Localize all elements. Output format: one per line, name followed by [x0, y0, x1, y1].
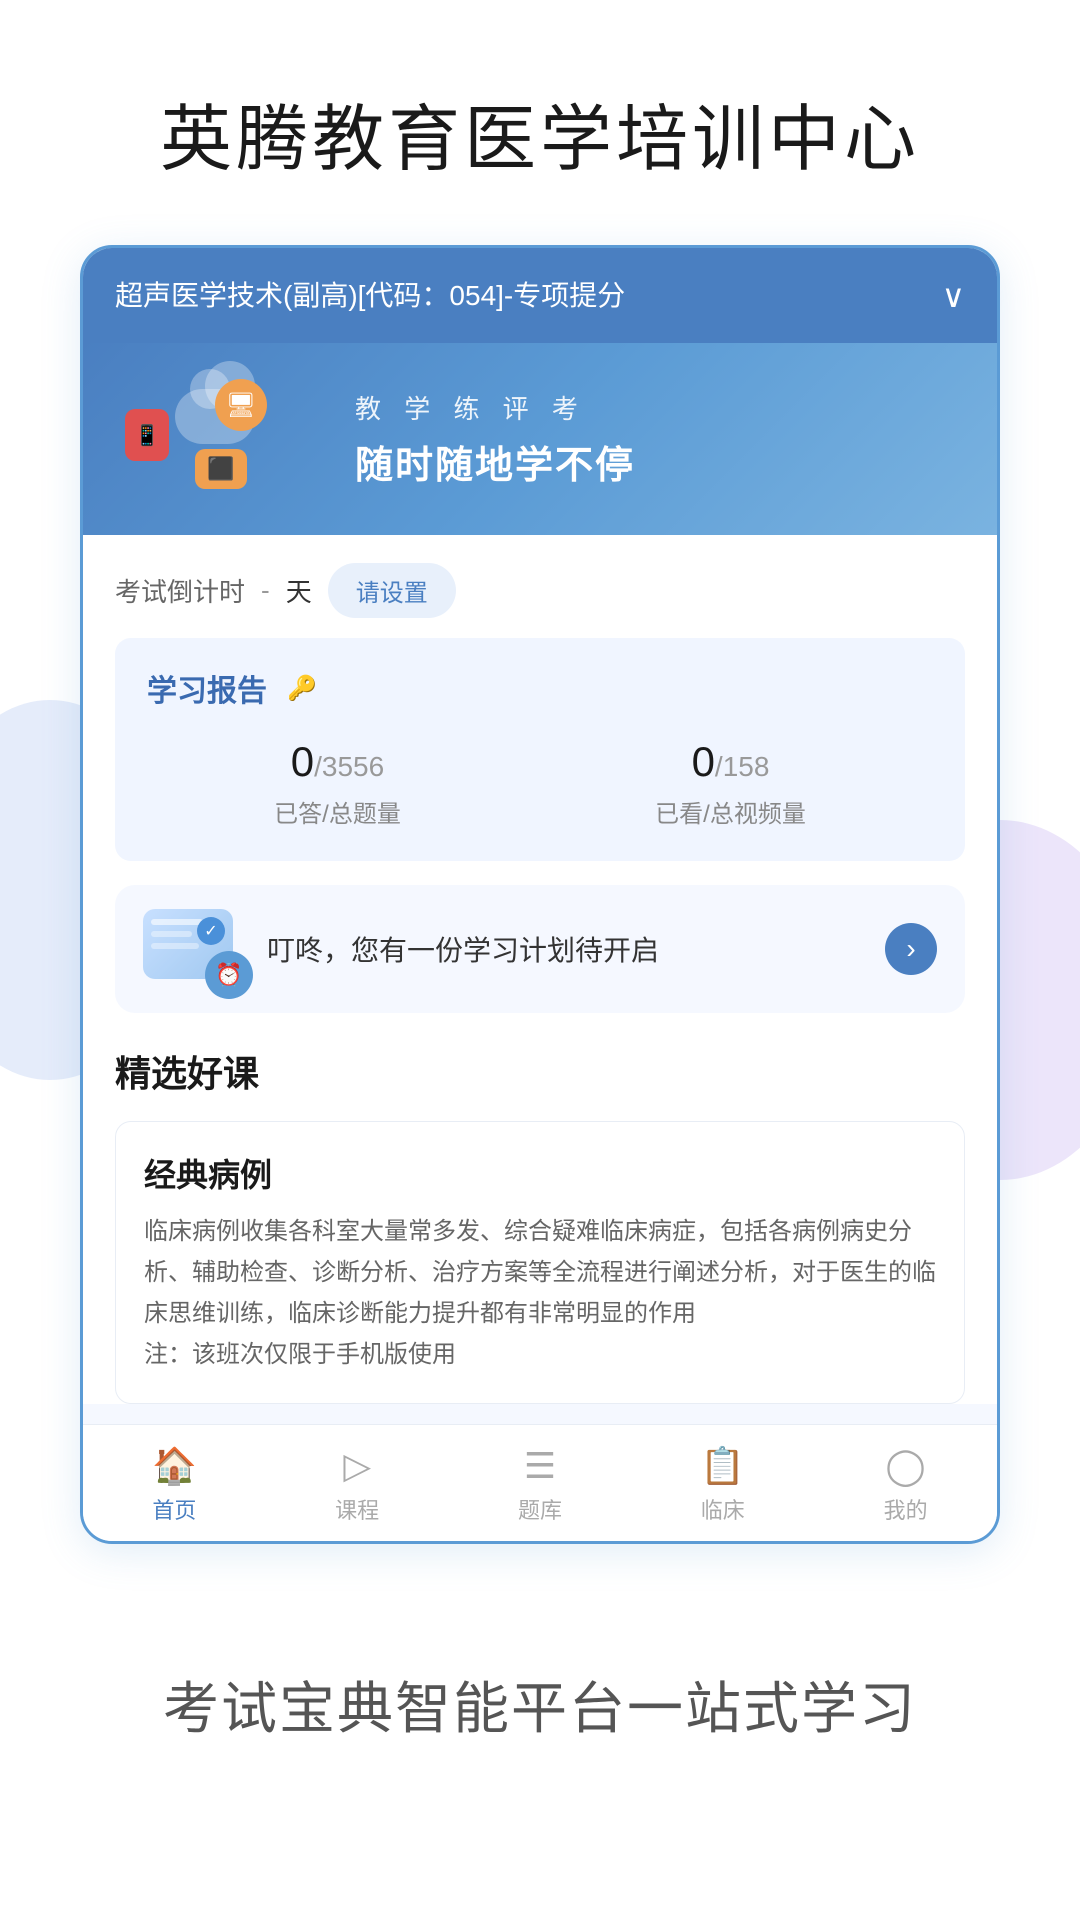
- watched-label: 已看/总视频量: [655, 794, 806, 829]
- course-title: 超声医学技术(副高)[代码：054]-专项提分: [115, 276, 930, 315]
- study-report-title: 学习报告 🔑: [147, 666, 933, 710]
- banner-title: 随时随地学不停: [355, 434, 965, 489]
- nav-label-courses: 课程: [335, 1493, 379, 1525]
- nav-item-questions[interactable]: ☰ 题库: [490, 1445, 590, 1525]
- course-card-description: 临床病例收集各科室大量常多发、综合疑难临床病症，包括各病例病史分析、辅助检查、诊…: [144, 1212, 936, 1375]
- plan-card-text: 叮咚，您有一份学习计划待开启: [267, 929, 861, 969]
- tablet-icon: ⬛: [195, 449, 247, 489]
- home-icon: 🏠: [152, 1445, 197, 1487]
- bottom-navigation: 🏠 首页 ▷ 课程 ☰ 题库 📋 临床 ◯ 我的: [83, 1424, 997, 1541]
- clock-icon: ⏰: [205, 951, 253, 999]
- courses-section: 精选好课 经典病例 临床病例收集各科室大量常多发、综合疑难临床病症，包括各病例病…: [115, 1045, 965, 1404]
- nav-item-courses[interactable]: ▷ 课程: [307, 1445, 407, 1525]
- stat-watched: 0/158 已看/总视频量: [655, 738, 806, 829]
- nav-label-clinical: 临床: [701, 1493, 745, 1525]
- countdown-unit: 天: [286, 572, 312, 609]
- study-plan-card[interactable]: ✓ ⏰ 叮咚，您有一份学习计划待开启 ›: [115, 885, 965, 1013]
- check-icon: ✓: [197, 917, 225, 945]
- course-card[interactable]: 经典病例 临床病例收集各科室大量常多发、综合疑难临床病症，包括各病例病史分析、辅…: [115, 1121, 965, 1404]
- nav-item-home[interactable]: 🏠 首页: [124, 1445, 224, 1525]
- watched-count: 0: [692, 738, 715, 785]
- content-area: 考试倒计时 - 天 请设置 学习报告 🔑 0/3556 已答/总题量: [83, 535, 997, 1404]
- phone-icon: 📱: [125, 409, 169, 461]
- report-stats: 0/3556 已答/总题量 0/158 已看/总视频量: [147, 738, 933, 829]
- nav-label-questions: 题库: [518, 1493, 562, 1525]
- courses-section-title: 精选好课: [115, 1045, 965, 1097]
- banner-subtitle: 教 学 练 评 考: [355, 389, 965, 426]
- set-countdown-button[interactable]: 请设置: [328, 563, 456, 618]
- watched-total: /158: [715, 751, 770, 782]
- monitor-icon: 🖥: [215, 379, 267, 431]
- plan-arrow-button[interactable]: ›: [885, 923, 937, 975]
- nav-label-profile: 我的: [884, 1493, 928, 1525]
- banner: 🖥 ⬛ 📱 教 学 练 评 考 随时随地学不停: [83, 343, 997, 535]
- chevron-down-icon: ∨: [942, 277, 965, 315]
- countdown-label: 考试倒计时: [115, 572, 245, 609]
- banner-text: 教 学 练 评 考 随时随地学不停: [335, 389, 965, 489]
- banner-illustration: 🖥 ⬛ 📱: [115, 379, 335, 499]
- course-card-title: 经典病例: [144, 1150, 936, 1196]
- courses-icon: ▷: [343, 1445, 371, 1487]
- plan-icon: ✓ ⏰: [143, 909, 243, 989]
- app-header-title: 英腾教育医学培训中心: [0, 0, 1080, 245]
- countdown-dash: -: [261, 575, 270, 606]
- study-report-card: 学习报告 🔑 0/3556 已答/总题量 0/158 已看/总视频量: [115, 638, 965, 861]
- stat-answered: 0/3556 已答/总题量: [274, 738, 401, 829]
- answered-total: /3556: [314, 751, 384, 782]
- answered-label: 已答/总题量: [274, 794, 401, 829]
- nav-label-home: 首页: [152, 1493, 196, 1525]
- phone-top-bar[interactable]: 超声医学技术(副高)[代码：054]-专项提分 ∨: [83, 248, 997, 343]
- profile-icon: ◯: [885, 1445, 925, 1487]
- phone-mockup: 超声医学技术(副高)[代码：054]-专项提分 ∨ 🖥 ⬛ 📱 教 学 练 评 …: [80, 245, 1000, 1544]
- clinical-icon: 📋: [700, 1445, 745, 1487]
- questions-icon: ☰: [524, 1445, 556, 1487]
- footer-title: 考试宝典智能平台一站式学习: [0, 1604, 1080, 1825]
- nav-item-profile[interactable]: ◯ 我的: [856, 1445, 956, 1525]
- nav-item-clinical[interactable]: 📋 临床: [673, 1445, 773, 1525]
- answered-count: 0: [291, 738, 314, 785]
- key-icon: 🔑: [287, 674, 317, 703]
- countdown-row: 考试倒计时 - 天 请设置: [115, 535, 965, 638]
